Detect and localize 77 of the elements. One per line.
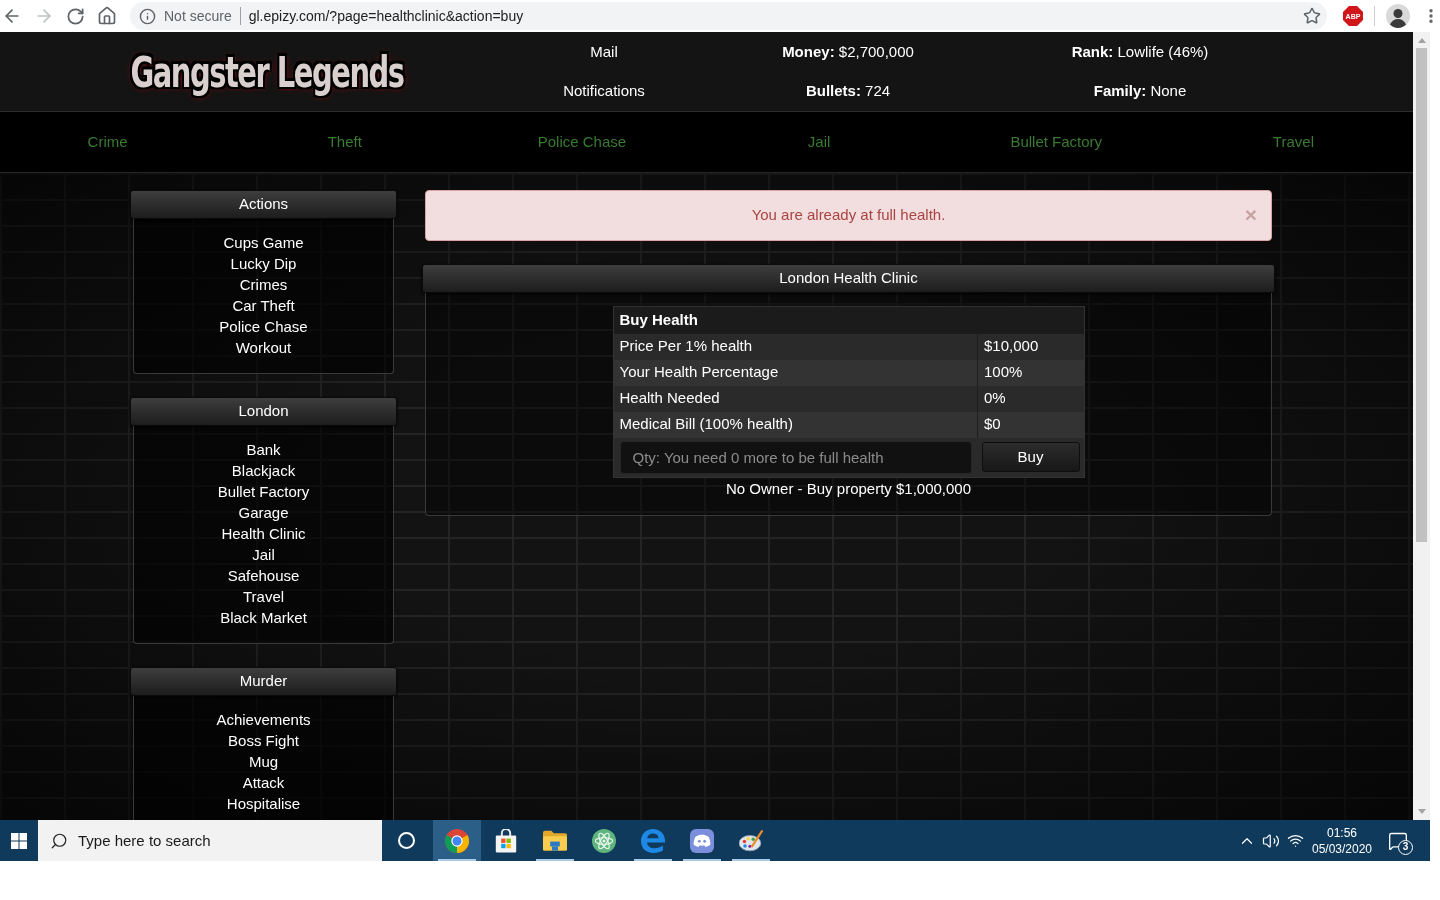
sidebar-link[interactable]: Hospitalise [226, 793, 301, 814]
sidebar-link[interactable]: Travel [242, 586, 285, 607]
sidebar-link[interactable]: Bullet Factory [217, 481, 310, 502]
panel-heading: London [130, 397, 397, 426]
scrollbar-track[interactable] [1413, 32, 1430, 820]
sidebar-link[interactable]: Crimes [239, 274, 288, 295]
header-link[interactable]: Mail [590, 42, 618, 62]
sidebar-link[interactable]: Blackjack [231, 460, 296, 481]
sidebar-link[interactable]: Bank [246, 439, 281, 460]
info-icon[interactable] [139, 7, 156, 25]
speaker-icon[interactable] [1262, 831, 1280, 850]
reload-icon[interactable] [66, 6, 85, 26]
palette-icon [739, 828, 763, 853]
avatar-icon[interactable] [1386, 4, 1410, 28]
sidebar-link[interactable]: Lucky Dip [230, 253, 297, 274]
sidebar-link[interactable]: Police Chase [219, 316, 308, 337]
nav-link[interactable]: Police Chase [537, 130, 627, 154]
game-controller-icon [690, 828, 714, 853]
table-cell: Health Needed [613, 385, 978, 412]
address-bar[interactable]: Not secure gl.epizy.com/?page=healthclinic&action=buy [130, 2, 1327, 30]
table-cell: $0 [977, 411, 1084, 438]
bookmark-star-icon[interactable] [1303, 7, 1321, 25]
sidebar-link[interactable]: Workout [235, 337, 292, 358]
table-cell: Medical Bill (100% health) [613, 411, 978, 438]
table-cell: 0% [977, 385, 1084, 412]
alert-message: You are already at full health. [751, 205, 946, 226]
sidebar-link[interactable]: Mug [248, 751, 279, 772]
sidebar-link[interactable]: Cups Game [223, 232, 304, 253]
header-link[interactable]: Notifications [563, 81, 645, 101]
e-logo-icon [641, 828, 665, 853]
search-bar[interactable]: Type here to search [38, 820, 382, 861]
player-stat: Bullets: 724 [805, 81, 891, 101]
sidebar-link[interactable]: Safehouse [227, 565, 300, 586]
table-cell: 100% [977, 359, 1084, 386]
sidebar-link[interactable]: Attack [242, 772, 285, 793]
ownership-text: No Owner - Buy property $1,000,000 [725, 479, 972, 499]
nav-link[interactable]: Jail [807, 130, 831, 154]
table-heading: Buy Health [613, 306, 1084, 334]
sidebar-link[interactable]: Boss Fight [228, 730, 299, 751]
security-label[interactable]: Not secure [164, 5, 232, 27]
browser-icon [445, 828, 469, 853]
nav-link[interactable]: Crime [87, 130, 128, 154]
sidebar-link[interactable]: Health Clinic [221, 523, 306, 544]
panel-heading: Actions [130, 190, 397, 219]
sidebar-link[interactable]: Jail [252, 544, 275, 565]
table-cell: $10,000 [977, 333, 1084, 360]
search-input[interactable]: Type here to search [78, 828, 368, 853]
table-cell: Price Per 1% health [613, 333, 978, 360]
folder-icon [543, 828, 567, 853]
nav-link[interactable]: Travel [1272, 130, 1314, 154]
wifi-icon[interactable] [1286, 832, 1304, 849]
table-cell: Your Health Percentage [613, 359, 978, 386]
quantity-input[interactable]: Qty: You need 0 more to be full health [619, 440, 972, 474]
clock-date: 05/03/2020 [1311, 840, 1373, 857]
shopping-bag-icon [494, 828, 518, 853]
site-logo: Gangster Legends [130, 45, 404, 98]
clock-time: 01:56 [1327, 824, 1357, 841]
sidebar-link[interactable]: Car Theft [232, 295, 295, 316]
player-stat: Rank: Lowlife (46%) [1071, 42, 1209, 62]
player-stat: Family: None [1093, 81, 1187, 101]
sidebar-link[interactable]: Garage [238, 502, 289, 523]
sidebar-link[interactable]: Black Market [220, 607, 307, 628]
panel-heading: Murder [130, 667, 397, 696]
panel-heading: London Health Clinic [422, 264, 1275, 293]
atom-icon [592, 828, 616, 853]
ring-icon[interactable] [397, 832, 415, 849]
scrollbar-thumb[interactable] [1416, 48, 1427, 542]
nav-link[interactable]: Theft [327, 130, 362, 154]
sidebar-link[interactable]: Achievements [216, 709, 311, 730]
notification-count-badge: 3 [1398, 839, 1413, 855]
url-text: gl.epizy.com/?page=healthclinic&action=buy [248, 6, 524, 26]
start-menu-icon[interactable] [11, 832, 27, 849]
home-icon[interactable] [97, 6, 117, 26]
buy-button[interactable]: Buy [981, 442, 1080, 473]
search-icon [50, 831, 68, 850]
player-stat: Money: $2,700,000 [782, 42, 914, 62]
nav-link[interactable]: Bullet Factory [1010, 130, 1103, 154]
